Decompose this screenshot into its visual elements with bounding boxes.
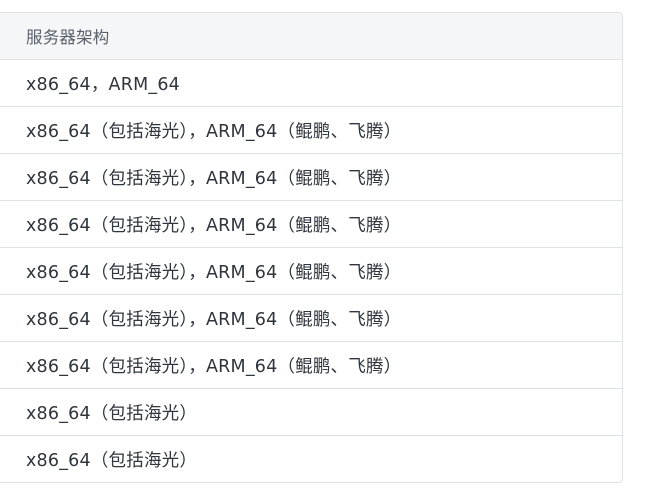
table-row: x86_64（包括海光） xyxy=(0,436,622,483)
architecture-table-grid: 服务器架构 x86_64，ARM_64 x86_64（包括海光），ARM_64（… xyxy=(0,13,622,482)
table-row: x86_64（包括海光） xyxy=(0,388,622,436)
architecture-cell: x86_64（包括海光） xyxy=(0,388,622,436)
table-row: x86_64（包括海光），ARM_64（鲲鹏、飞腾） xyxy=(0,106,622,154)
architecture-cell: x86_64（包括海光），ARM_64（鲲鹏、飞腾） xyxy=(0,294,622,342)
architecture-cell: x86_64（包括海光），ARM_64（鲲鹏、飞腾） xyxy=(0,153,622,201)
architecture-cell: x86_64（包括海光），ARM_64（鲲鹏、飞腾） xyxy=(0,341,622,389)
architecture-cell: x86_64（包括海光），ARM_64（鲲鹏、飞腾） xyxy=(0,247,622,295)
table-header: 服务器架构 xyxy=(0,13,622,60)
architecture-cell: x86_64（包括海光） xyxy=(26,450,198,471)
table-row: x86_64（包括海光），ARM_64（鲲鹏、飞腾） xyxy=(0,341,622,389)
architecture-cell: x86_64（包括海光），ARM_64（鲲鹏、飞腾） xyxy=(0,106,622,154)
table-row: x86_64（包括海光），ARM_64（鲲鹏、飞腾） xyxy=(0,247,622,295)
table-row: x86_64，ARM_64 xyxy=(0,59,622,107)
column-header-server-architecture: 服务器架构 xyxy=(0,13,622,60)
table-row: x86_64（包括海光），ARM_64（鲲鹏、飞腾） xyxy=(0,153,622,201)
table-body: x86_64，ARM_64 x86_64（包括海光），ARM_64（鲲鹏、飞腾）… xyxy=(0,59,622,483)
table-row: x86_64（包括海光），ARM_64（鲲鹏、飞腾） xyxy=(0,200,622,248)
architecture-cell: x86_64，ARM_64 xyxy=(0,59,622,107)
architecture-cell: x86_64（包括海光），ARM_64（鲲鹏、飞腾） xyxy=(0,200,622,248)
table-row: x86_64（包括海光），ARM_64（鲲鹏、飞腾） xyxy=(0,294,622,342)
architecture-table: 服务器架构 x86_64，ARM_64 x86_64（包括海光），ARM_64（… xyxy=(0,12,623,483)
header-row: 服务器架构 xyxy=(0,13,622,60)
